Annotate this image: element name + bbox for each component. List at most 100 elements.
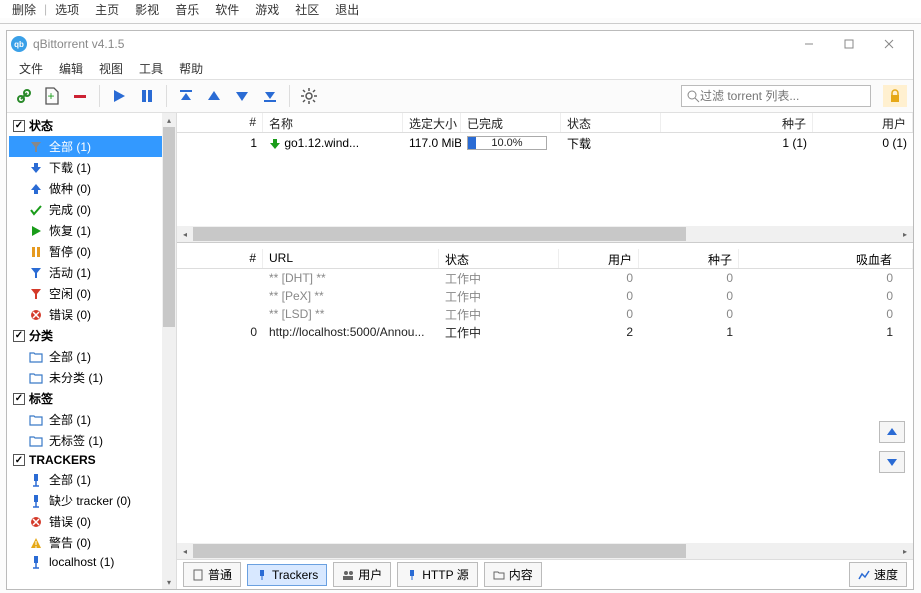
col-name[interactable]: 名称 <box>263 113 403 132</box>
detail-header[interactable]: # URL 状态 用户 种子 吸血者 <box>177 249 913 269</box>
tab-general[interactable]: 普通 <box>183 562 241 587</box>
menu-item[interactable]: 视图 <box>91 58 131 79</box>
move-up-button[interactable] <box>203 85 225 107</box>
top-menu-item[interactable]: 删除 <box>4 1 44 18</box>
tab-speed[interactable]: 速度 <box>849 562 907 587</box>
tab-content[interactable]: 内容 <box>484 562 542 587</box>
torrent-header[interactable]: # 名称 选定大小 已完成 状态 种子 用户 <box>177 113 913 133</box>
col-peers[interactable]: 用户 <box>813 113 913 132</box>
dcol-status[interactable]: 状态 <box>439 249 559 268</box>
titlebar: qBittorrent v4.1.5 <box>7 31 913 57</box>
http-icon <box>406 569 418 581</box>
sidebar-item-status[interactable]: 暂停 (0) <box>9 241 162 262</box>
menu-item[interactable]: 帮助 <box>171 58 211 79</box>
sidebar-section-head[interactable]: ✓标签 <box>9 388 162 409</box>
torrent-row[interactable]: 1 go1.12.wind...117.0 MiB10.0%下载1 (1)0 (… <box>177 133 913 153</box>
dcol-peers[interactable]: 用户 <box>559 249 639 268</box>
top-menu-item[interactable]: 主页 <box>87 1 127 18</box>
sidebar-item-trackers[interactable]: 警告 (0) <box>9 532 162 553</box>
scrollbar-thumb[interactable] <box>163 127 175 327</box>
sidebar-item-category[interactable]: 全部 (1) <box>9 346 162 367</box>
pause-button[interactable] <box>136 85 158 107</box>
hscroll-right-icon[interactable]: ▸ <box>897 226 913 242</box>
hscroll-right-icon[interactable]: ▸ <box>897 543 913 559</box>
remove-button[interactable] <box>69 85 91 107</box>
top-menu-item[interactable]: 影视 <box>127 1 167 18</box>
move-bottom-button[interactable] <box>259 85 281 107</box>
sidebar-item-status[interactable]: 完成 (0) <box>9 199 162 220</box>
sidebar-section-head[interactable]: ✓TRACKERS <box>9 451 162 469</box>
move-top-button[interactable] <box>175 85 197 107</box>
sidebar-item-trackers[interactable]: 错误 (0) <box>9 511 162 532</box>
top-menu-item[interactable]: 社区 <box>287 1 327 18</box>
move-down-button[interactable] <box>231 85 253 107</box>
minimize-button[interactable] <box>789 32 829 56</box>
tracker-row[interactable]: ** [DHT] **工作中000 <box>177 269 913 287</box>
detail-hscroll[interactable]: ◂ ▸ <box>177 543 913 559</box>
sidebar-item-trackers[interactable]: 缺少 tracker (0) <box>9 490 162 511</box>
top-menu-item[interactable]: 退出 <box>327 1 367 18</box>
sidebar-item-status[interactable]: 恢复 (1) <box>9 220 162 241</box>
torrent-body: 1 go1.12.wind...117.0 MiB10.0%下载1 (1)0 (… <box>177 133 913 153</box>
sidebar-scrollbar[interactable]: ▴ ▾ <box>162 113 176 589</box>
sidebar-item-status[interactable]: 下载 (1) <box>9 157 162 178</box>
menu-item[interactable]: 工具 <box>131 58 171 79</box>
sidebar-item-status[interactable]: 空闲 (0) <box>9 283 162 304</box>
sidebar-item-trackers[interactable]: localhost (1) <box>9 553 162 571</box>
checkbox-icon[interactable]: ✓ <box>13 393 25 405</box>
dcol-seeds[interactable]: 种子 <box>639 249 739 268</box>
col-status[interactable]: 状态 <box>561 113 661 132</box>
tracker-row[interactable]: ** [PeX] **工作中000 <box>177 287 913 305</box>
sidebar-item-status[interactable]: 做种 (0) <box>9 178 162 199</box>
tracker-icon <box>29 555 43 569</box>
sidebar-section-head[interactable]: ✓分类 <box>9 325 162 346</box>
resume-button[interactable] <box>108 85 130 107</box>
filter-search[interactable] <box>681 85 871 107</box>
top-menu-item[interactable]: 游戏 <box>247 1 287 18</box>
lock-button[interactable] <box>883 85 907 107</box>
play-icon <box>29 224 43 238</box>
scrollbar-up-icon[interactable]: ▴ <box>162 113 176 127</box>
top-menu-item[interactable]: 选项 <box>47 1 87 18</box>
filter-input[interactable] <box>700 89 866 103</box>
tab-trackers[interactable]: Trackers <box>247 564 327 586</box>
menu-item[interactable]: 编辑 <box>51 58 91 79</box>
dcol-url[interactable]: URL <box>263 249 439 268</box>
hscroll-left-icon[interactable]: ◂ <box>177 543 193 559</box>
close-button[interactable] <box>869 32 909 56</box>
tracker-row[interactable]: ** [LSD] **工作中000 <box>177 305 913 323</box>
tab-peers[interactable]: 用户 <box>333 562 391 587</box>
dcol-leech[interactable]: 吸血者 <box>739 249 913 268</box>
move-down-small-button[interactable] <box>879 451 905 473</box>
checkbox-icon[interactable]: ✓ <box>13 454 25 466</box>
top-menu-item[interactable]: 软件 <box>207 1 247 18</box>
sidebar-section-head[interactable]: ✓状态 <box>9 115 162 136</box>
settings-button[interactable] <box>298 85 320 107</box>
col-num[interactable]: # <box>177 113 263 132</box>
hscroll-left-icon[interactable]: ◂ <box>177 226 193 242</box>
sidebar-item-status[interactable]: 错误 (0) <box>9 304 162 325</box>
tab-http[interactable]: HTTP 源 <box>397 562 477 587</box>
add-link-button[interactable] <box>13 85 35 107</box>
menu-item[interactable]: 文件 <box>11 58 51 79</box>
sidebar-item-status[interactable]: 活动 (1) <box>9 262 162 283</box>
checkbox-icon[interactable]: ✓ <box>13 330 25 342</box>
maximize-button[interactable] <box>829 32 869 56</box>
sidebar-item-tags[interactable]: 无标签 (1) <box>9 430 162 451</box>
sidebar-item-status[interactable]: 全部 (1) <box>9 136 162 157</box>
tracker-row[interactable]: 0http://localhost:5000/Annou...工作中211 <box>177 323 913 341</box>
sidebar-item-trackers[interactable]: 全部 (1) <box>9 469 162 490</box>
sidebar-item-category[interactable]: 未分类 (1) <box>9 367 162 388</box>
move-up-small-button[interactable] <box>879 421 905 443</box>
torrent-hscroll[interactable]: ◂ ▸ <box>177 226 913 242</box>
add-file-button[interactable]: + <box>41 85 63 107</box>
top-menu-item[interactable]: 音乐 <box>167 1 207 18</box>
col-done[interactable]: 已完成 <box>461 113 561 132</box>
filter-icon <box>29 287 43 301</box>
checkbox-icon[interactable]: ✓ <box>13 120 25 132</box>
dcol-num[interactable]: # <box>177 249 263 268</box>
sidebar-item-tags[interactable]: 全部 (1) <box>9 409 162 430</box>
col-seeds[interactable]: 种子 <box>661 113 813 132</box>
col-size[interactable]: 选定大小 <box>403 113 461 132</box>
scrollbar-down-icon[interactable]: ▾ <box>162 575 176 589</box>
